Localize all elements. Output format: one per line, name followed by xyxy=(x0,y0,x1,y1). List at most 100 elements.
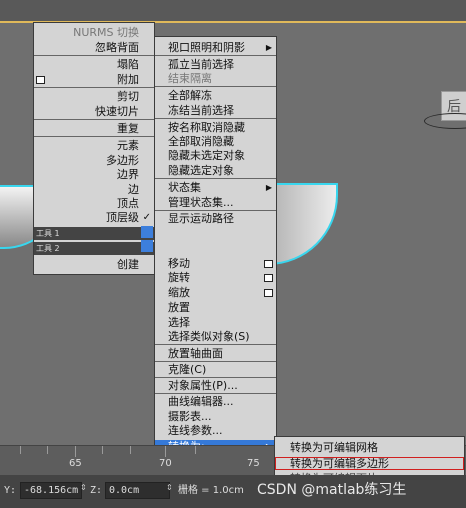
ruler-label: 75 xyxy=(247,458,260,469)
quad-menu-left: NURMS 切换 忽略背面 塌陷 附加 剪切 快速切片 重复 元素 多边形 边界… xyxy=(33,22,155,275)
menu-separator xyxy=(155,377,276,378)
menu-item-quickslice[interactable]: 快速切片 xyxy=(34,105,154,118)
menu-item-rotate[interactable]: 旋转 xyxy=(155,271,276,284)
menu-item-label: 结束隔离 xyxy=(168,72,212,85)
menu-item-label: 顶点 xyxy=(117,197,139,210)
menu-item-freeze-selection[interactable]: 冻结当前选择 xyxy=(155,104,276,117)
menu-item-ignore-backfacing[interactable]: 忽略背面 xyxy=(34,41,154,54)
menu-item-cut[interactable]: 剪切 xyxy=(34,90,154,103)
menu-item-label: 连线参数... xyxy=(168,424,223,437)
menu-item-label: 创建 xyxy=(117,258,139,271)
settings-box-icon[interactable] xyxy=(264,289,273,297)
submenu-arrow-icon: ▶ xyxy=(265,183,272,192)
z-coordinate-field[interactable]: 0.0cm xyxy=(105,482,170,499)
menu-item-label: 忽略背面 xyxy=(95,41,139,54)
y-coordinate-field[interactable]: -68.156cm xyxy=(20,482,82,499)
quad-header-label: 工具 2 xyxy=(36,244,60,253)
menu-item-vertex[interactable]: 顶点 xyxy=(34,197,154,210)
menu-item-label: 按名称取消隐藏 xyxy=(168,121,245,134)
menu-separator xyxy=(155,393,276,394)
spinner-icon[interactable]: ⇕ xyxy=(80,483,87,492)
menu-separator xyxy=(34,55,154,56)
menu-item-label: 缩放 xyxy=(168,286,190,299)
menu-item-unfreeze-all[interactable]: 全部解冻 xyxy=(155,89,276,102)
menu-item-unhide-by-name[interactable]: 按名称取消隐藏 xyxy=(155,121,276,134)
menu-separator xyxy=(155,178,276,179)
menu-item-label: 克隆(C) xyxy=(168,363,207,376)
menu-item-top-level[interactable]: 顶层级 ✓ xyxy=(34,211,154,224)
quad-center-square[interactable] xyxy=(141,226,153,238)
menu-item-hide-unselected[interactable]: 隐藏未选定对象 xyxy=(155,149,276,162)
menu-item-unhide-all[interactable]: 全部取消隐藏 xyxy=(155,135,276,148)
menu-item-state-sets[interactable]: 状态集 ▶ xyxy=(155,181,276,194)
menu-item-select[interactable]: 选择 xyxy=(155,316,276,329)
grid-size-label: 栅格 = 1.0cm xyxy=(178,485,244,496)
menu-item-manage-state-sets[interactable]: 管理状态集... xyxy=(155,196,276,209)
menu-item-object-properties[interactable]: 对象属性(P)... xyxy=(155,379,276,392)
menu-item-label: 转换为可编辑多边形 xyxy=(290,457,389,470)
menu-item-label: 视口照明和阴影 xyxy=(168,41,245,54)
menu-item-label: 摄影表... xyxy=(168,410,212,423)
ruler-label: 65 xyxy=(69,458,82,469)
menu-item-element[interactable]: 元素 xyxy=(34,139,154,152)
menu-item-label: 曲线编辑器... xyxy=(168,395,234,408)
menu-separator xyxy=(34,136,154,137)
menu-item-label: 孤立当前选择 xyxy=(168,58,234,71)
menu-item-collapse[interactable]: 塌陷 xyxy=(34,58,154,71)
menu-item-scale[interactable]: 缩放 xyxy=(155,286,276,299)
menu-item-label: 隐藏选定对象 xyxy=(168,164,234,177)
menu-item-border[interactable]: 边界 xyxy=(34,168,154,181)
y-label: Y: xyxy=(4,485,17,496)
quad-center-square[interactable] xyxy=(141,240,153,252)
menu-item-label: 边界 xyxy=(117,168,139,181)
menu-item-move[interactable]: 移动 xyxy=(155,257,276,270)
quad-menu-right: 视口照明和阴影 ▶ 孤立当前选择 结束隔离 全部解冻 冻结当前选择 按名称取消隐藏… xyxy=(154,36,277,456)
menu-separator xyxy=(155,344,276,345)
settings-box-icon[interactable] xyxy=(36,76,45,84)
menu-separator xyxy=(155,210,276,211)
menu-item-attach[interactable]: 附加 xyxy=(34,73,154,86)
menu-item-convert-editable-mesh[interactable]: 转换为可编辑网格 xyxy=(275,441,464,454)
menu-item-wire-parameters[interactable]: 连线参数... xyxy=(155,424,276,437)
spinner-icon[interactable]: ⇕ xyxy=(166,483,173,492)
menu-item-label: 边 xyxy=(128,183,139,196)
menu-item-label: 元素 xyxy=(117,139,139,152)
menu-item-nurms-toggle[interactable]: NURMS 切换 xyxy=(34,26,154,39)
menu-item-viewport-lighting[interactable]: 视口照明和阴影 ▶ xyxy=(155,41,276,54)
menu-item-label: 管理状态集... xyxy=(168,196,234,209)
menu-item-select-similar[interactable]: 选择类似对象(S) xyxy=(155,330,276,343)
menu-item-label: 选择类似对象(S) xyxy=(168,330,250,343)
viewcube-ring[interactable] xyxy=(424,113,466,129)
quad-header-tool1: 工具 1 xyxy=(34,227,154,240)
menu-separator xyxy=(155,361,276,362)
menu-item-place[interactable]: 放置 xyxy=(155,301,276,314)
checkmark-icon: ✓ xyxy=(142,212,151,223)
menu-item-label: 移动 xyxy=(168,257,190,270)
settings-box-icon[interactable] xyxy=(264,260,273,268)
settings-box-icon[interactable] xyxy=(264,274,273,282)
menu-item-label: 放置轴曲面 xyxy=(168,347,223,360)
menu-item-label: 附加 xyxy=(117,73,139,86)
menu-separator xyxy=(155,118,276,119)
ruler-label: 70 xyxy=(159,458,172,469)
menu-item-dope-sheet[interactable]: 摄影表... xyxy=(155,410,276,423)
menu-item-edge[interactable]: 边 xyxy=(34,183,154,196)
menu-item-label: NURMS 切换 xyxy=(73,26,139,39)
menu-item-show-motion-paths[interactable]: 显示运动路径 xyxy=(155,212,276,225)
menu-item-end-isolate[interactable]: 结束隔离 xyxy=(155,72,276,85)
menu-item-label: 旋转 xyxy=(168,271,190,284)
menu-item-label: 重复 xyxy=(117,122,139,135)
menu-item-repeat[interactable]: 重复 xyxy=(34,122,154,135)
menu-item-polygon[interactable]: 多边形 xyxy=(34,154,154,167)
menu-item-label: 选择 xyxy=(168,316,190,329)
menu-item-label: 显示运动路径 xyxy=(168,212,234,225)
menu-item-isolate-selection[interactable]: 孤立当前选择 xyxy=(155,58,276,71)
menu-item-place-pivot-surface[interactable]: 放置轴曲面 xyxy=(155,347,276,360)
menu-item-curve-editor[interactable]: 曲线编辑器... xyxy=(155,395,276,408)
menu-item-hide-selection[interactable]: 隐藏选定对象 xyxy=(155,164,276,177)
menu-item-clone[interactable]: 克隆(C) xyxy=(155,363,276,376)
menu-item-label: 全部解冻 xyxy=(168,89,212,102)
menu-item-convert-editable-poly[interactable]: 转换为可编辑多边形 xyxy=(275,457,464,470)
menu-item-create[interactable]: 创建 xyxy=(34,258,154,271)
submenu-arrow-icon: ▶ xyxy=(265,43,272,52)
